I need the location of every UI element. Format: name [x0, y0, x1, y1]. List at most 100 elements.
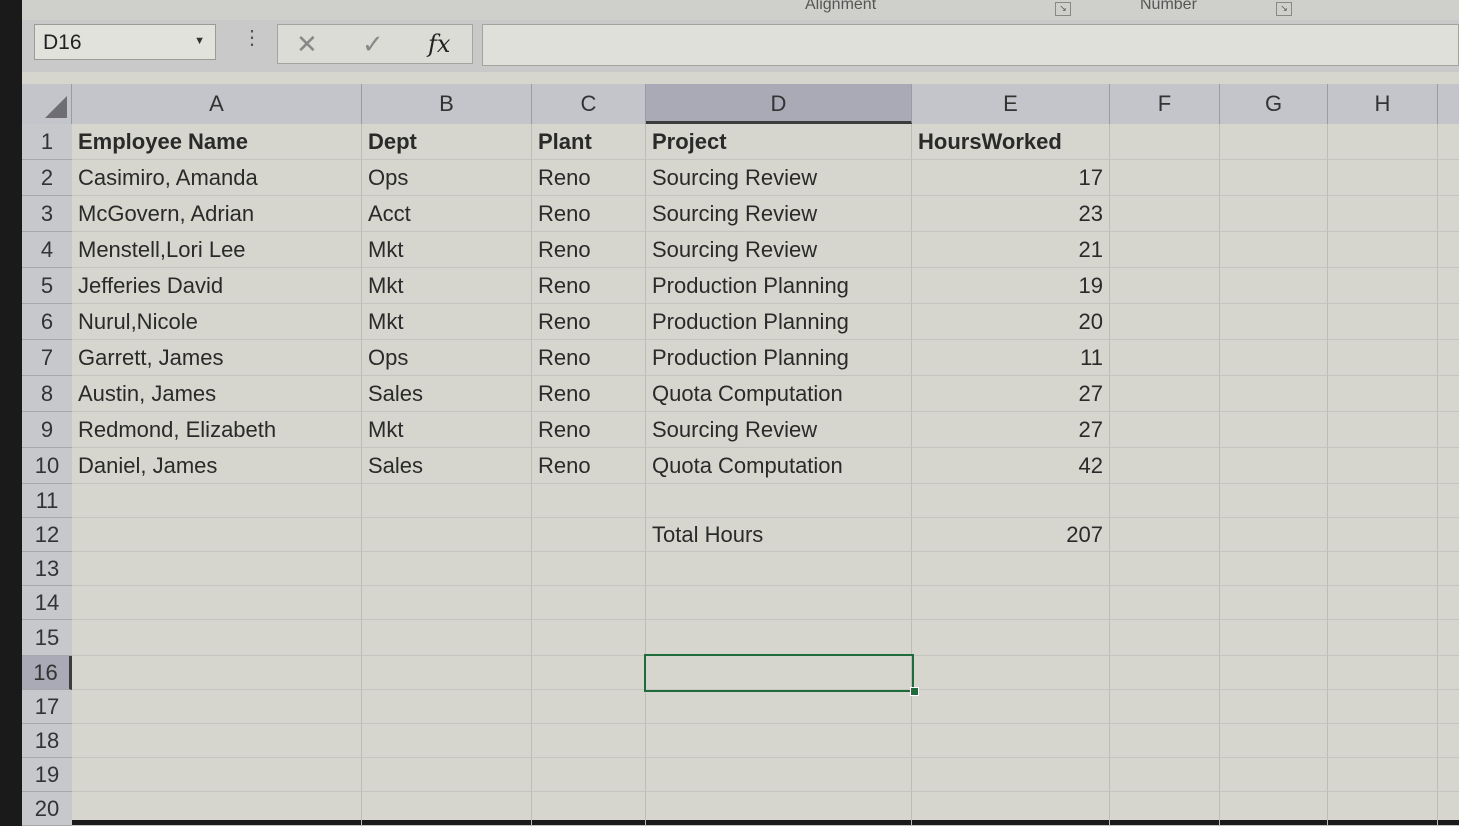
- data-cell-plant[interactable]: Reno: [532, 160, 646, 196]
- row-header-18[interactable]: 18: [22, 724, 72, 758]
- data-cell-name[interactable]: Redmond, Elizabeth: [72, 412, 362, 448]
- data-cell-dept[interactable]: Mkt: [362, 232, 532, 268]
- cell[interactable]: [1220, 232, 1328, 268]
- cell[interactable]: [1220, 376, 1328, 412]
- cell[interactable]: [1110, 304, 1220, 340]
- data-cell-project[interactable]: Sourcing Review: [646, 232, 912, 268]
- data-cell-dept[interactable]: Mkt: [362, 412, 532, 448]
- cell[interactable]: [1328, 376, 1438, 412]
- column-header-c[interactable]: C: [532, 84, 646, 124]
- cell[interactable]: [72, 656, 362, 690]
- cell[interactable]: [1328, 304, 1438, 340]
- cell[interactable]: [362, 620, 532, 656]
- data-cell-name[interactable]: Jefferies David: [72, 268, 362, 304]
- column-header-a[interactable]: A: [72, 84, 362, 124]
- cell[interactable]: [532, 518, 646, 552]
- cell[interactable]: [1328, 586, 1438, 620]
- cell[interactable]: [532, 484, 646, 518]
- data-cell-project[interactable]: Sourcing Review: [646, 196, 912, 232]
- data-cell-name[interactable]: Casimiro, Amanda: [72, 160, 362, 196]
- cell[interactable]: [646, 586, 912, 620]
- more-options-icon[interactable]: ⋮: [242, 28, 262, 48]
- cell[interactable]: [1220, 656, 1328, 690]
- row-header-5[interactable]: 5: [22, 268, 72, 304]
- cell[interactable]: [532, 552, 646, 586]
- cell[interactable]: [1220, 196, 1328, 232]
- row-header-4[interactable]: 4: [22, 232, 72, 268]
- header-cell[interactable]: Dept: [362, 124, 532, 160]
- cell[interactable]: [532, 656, 646, 690]
- cell[interactable]: [1220, 690, 1328, 724]
- cell[interactable]: [1220, 448, 1328, 484]
- cell[interactable]: [532, 758, 646, 792]
- cell[interactable]: [1438, 620, 1459, 656]
- row-header-13[interactable]: 13: [22, 552, 72, 586]
- cell[interactable]: [362, 552, 532, 586]
- cell[interactable]: [1110, 792, 1220, 826]
- data-cell-project[interactable]: Quota Computation: [646, 376, 912, 412]
- data-cell-hours[interactable]: 27: [912, 412, 1110, 448]
- cell[interactable]: [1438, 792, 1459, 826]
- cell[interactable]: [532, 792, 646, 826]
- formula-input[interactable]: [482, 24, 1459, 66]
- column-header-f[interactable]: F: [1110, 84, 1220, 124]
- cell[interactable]: [1328, 160, 1438, 196]
- data-cell-plant[interactable]: Reno: [532, 448, 646, 484]
- cell[interactable]: [1438, 412, 1459, 448]
- cell[interactable]: [1438, 484, 1459, 518]
- cell[interactable]: [1438, 124, 1459, 160]
- cell[interactable]: [1110, 484, 1220, 518]
- cell[interactable]: [362, 518, 532, 552]
- data-cell-dept[interactable]: Mkt: [362, 304, 532, 340]
- data-cell-project[interactable]: Sourcing Review: [646, 412, 912, 448]
- column-header-d[interactable]: D: [646, 84, 912, 124]
- header-cell[interactable]: Plant: [532, 124, 646, 160]
- data-cell-name[interactable]: McGovern, Adrian: [72, 196, 362, 232]
- cell[interactable]: [1220, 724, 1328, 758]
- data-cell-hours[interactable]: 42: [912, 448, 1110, 484]
- data-cell-dept[interactable]: Ops: [362, 340, 532, 376]
- cell[interactable]: [912, 656, 1110, 690]
- header-cell[interactable]: Employee Name: [72, 124, 362, 160]
- cell[interactable]: [1438, 196, 1459, 232]
- cell-grid[interactable]: Employee Name Dept Plant Project HoursWorked…: [72, 124, 1459, 826]
- check-icon[interactable]: ✓: [362, 29, 384, 60]
- number-dialog-launcher-icon[interactable]: ↘: [1276, 2, 1292, 16]
- cell[interactable]: [1110, 656, 1220, 690]
- cell[interactable]: [72, 518, 362, 552]
- row-header-7[interactable]: 7: [22, 340, 72, 376]
- cell[interactable]: [1328, 552, 1438, 586]
- cell[interactable]: [1328, 412, 1438, 448]
- cell[interactable]: [532, 724, 646, 758]
- cell[interactable]: [362, 484, 532, 518]
- cell[interactable]: [362, 586, 532, 620]
- data-cell-dept[interactable]: Sales: [362, 376, 532, 412]
- cell[interactable]: [72, 690, 362, 724]
- cell[interactable]: [1328, 758, 1438, 792]
- cell[interactable]: [646, 724, 912, 758]
- cell[interactable]: [912, 484, 1110, 518]
- data-cell-project[interactable]: Production Planning: [646, 340, 912, 376]
- cell[interactable]: [1220, 340, 1328, 376]
- cell[interactable]: [1110, 268, 1220, 304]
- column-header-h[interactable]: H: [1328, 84, 1438, 124]
- data-cell-dept[interactable]: Ops: [362, 160, 532, 196]
- cell[interactable]: [1110, 124, 1220, 160]
- cell[interactable]: [912, 792, 1110, 826]
- cell[interactable]: [1438, 518, 1459, 552]
- cell[interactable]: [1438, 268, 1459, 304]
- data-cell-name[interactable]: Nurul,Nicole: [72, 304, 362, 340]
- header-cell[interactable]: Project: [646, 124, 912, 160]
- row-header-16[interactable]: 16: [22, 656, 72, 690]
- cell[interactable]: [362, 724, 532, 758]
- cell[interactable]: [362, 690, 532, 724]
- data-cell-project[interactable]: Production Planning: [646, 268, 912, 304]
- cell[interactable]: [1438, 340, 1459, 376]
- chevron-down-icon[interactable]: ▼: [194, 35, 205, 47]
- row-header-11[interactable]: 11: [22, 484, 72, 518]
- data-cell-name[interactable]: Daniel, James: [72, 448, 362, 484]
- cell[interactable]: [646, 690, 912, 724]
- cell[interactable]: [1110, 196, 1220, 232]
- cell[interactable]: [1328, 620, 1438, 656]
- column-header-e[interactable]: E: [912, 84, 1110, 124]
